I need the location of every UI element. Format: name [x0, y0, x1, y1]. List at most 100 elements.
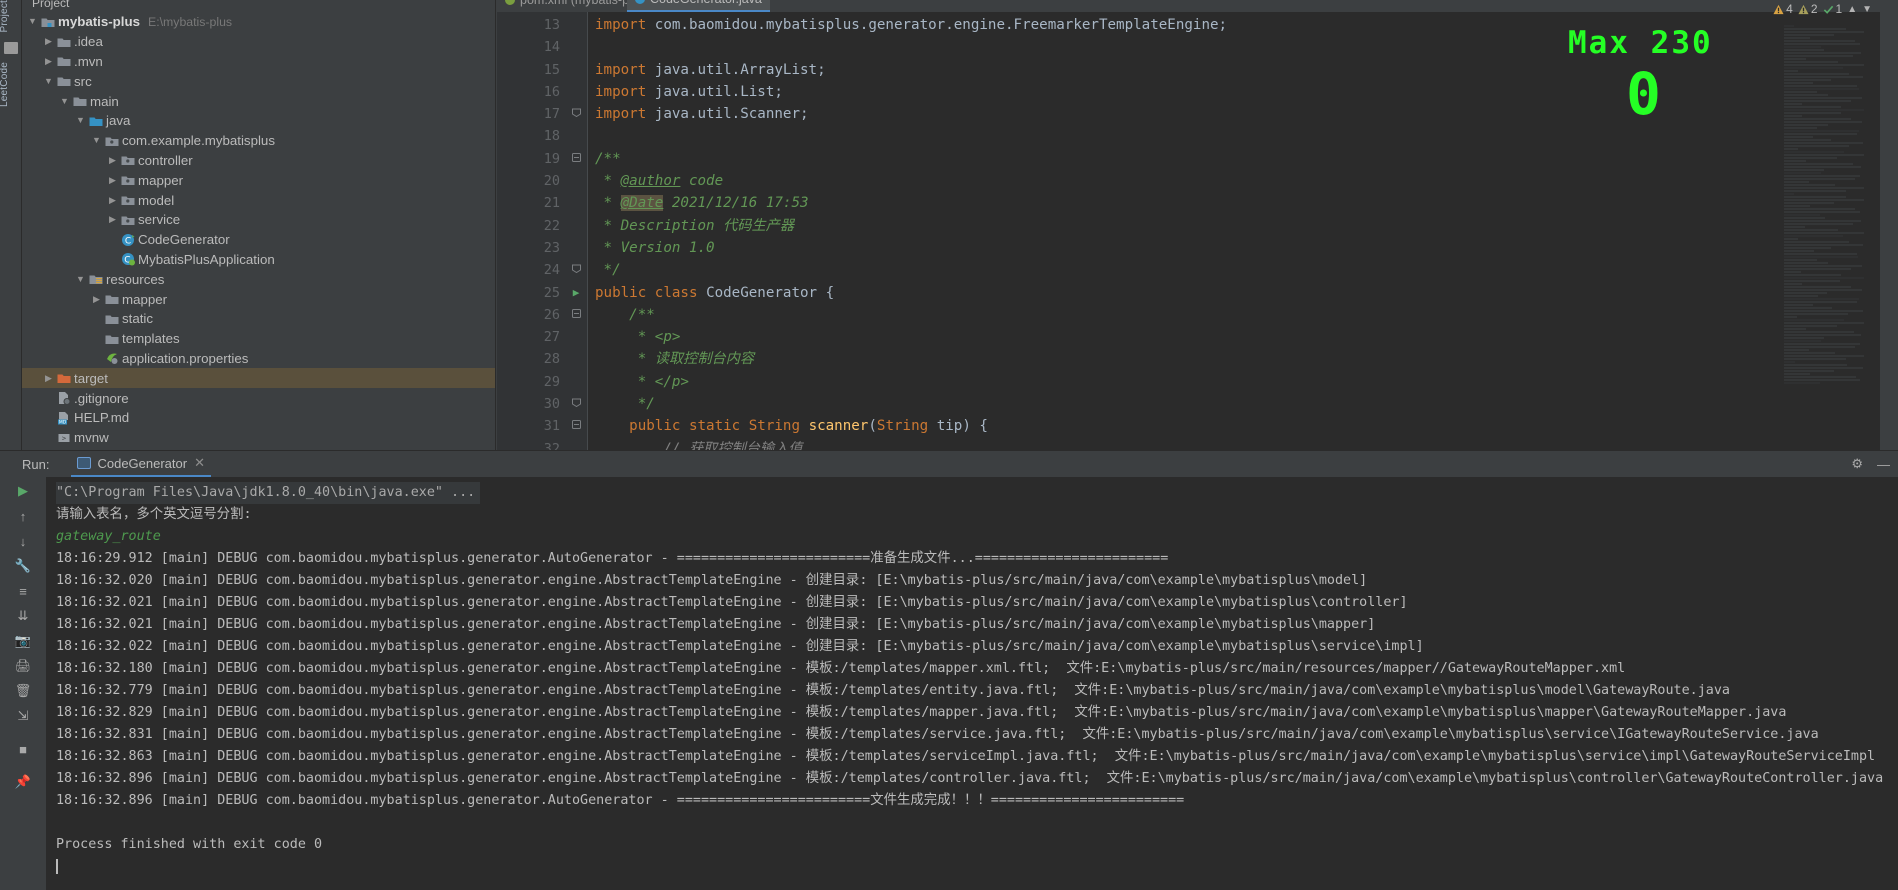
rail-item-project[interactable]: Project [0, 0, 23, 35]
line-number-gutter[interactable]: 13 14 15 16 17 18 19 20 21 22 23 24 25 ▶ 26 27 28 29 30 31 3… [497, 12, 581, 450]
tree-row-application-properties[interactable]: application.properties [22, 349, 495, 369]
stop-icon[interactable]: ↓ [14, 533, 32, 549]
minimap-line [1784, 49, 1825, 51]
tree-row-static[interactable]: static [22, 309, 495, 329]
tree-row-mapper[interactable]: ▶ mapper [22, 289, 495, 309]
tree-row-java[interactable]: ▼ java [22, 111, 495, 131]
tree-row--gitignore[interactable]: .gitignore [22, 388, 495, 408]
chevron-down-icon[interactable]: ▼ [58, 96, 71, 106]
editor-tab-codegenerator[interactable]: CodeGenerator.java [627, 0, 770, 12]
tree-row-mybatis-plus[interactable]: ▼ mybatis-plus E:\mybatis-plus [22, 12, 495, 32]
chevron-right-icon[interactable]: ▶ [42, 37, 55, 46]
chevron-right-icon[interactable]: ▶ [106, 175, 119, 185]
clear-all-icon[interactable]: 🗑 [14, 683, 32, 699]
minimap-line [1784, 46, 1821, 48]
chevron-up-icon[interactable]: ▲ [1847, 4, 1857, 15]
weak-warning-icon[interactable]: 2 [1798, 2, 1818, 16]
tree-row-mybatisplusapplication[interactable]: C MybatisPlusApplication [22, 250, 495, 270]
chevron-right-icon[interactable]: ▶ [106, 215, 119, 224]
soft-wrap-icon[interactable]: ≡ [14, 583, 32, 599]
chevron-right-icon[interactable]: ▶ [106, 155, 119, 165]
tree-row--mvn[interactable]: ▶ .mvn [22, 52, 495, 72]
minimap-line [1784, 202, 1835, 204]
pin-icon[interactable]: 📌 [14, 774, 32, 790]
minimap-line [1784, 160, 1807, 162]
minimap-line [1784, 256, 1859, 258]
camera-icon[interactable]: 📷 [14, 633, 32, 649]
folder-icon [71, 95, 88, 107]
minimize-icon[interactable]: — [1877, 457, 1890, 472]
editor-minimap[interactable] [1780, 24, 1880, 450]
export-icon[interactable]: ⇲ [14, 708, 32, 724]
tree-row-main[interactable]: ▼ main [22, 91, 495, 111]
code-line: // 获取控制台输入值 [595, 440, 803, 450]
chevron-down-icon[interactable]: ▼ [90, 136, 103, 145]
script-icon: > [55, 431, 72, 445]
tree-row-resources[interactable]: ▼ resources [22, 269, 495, 289]
chevron-down-icon[interactable]: ▼ [74, 274, 87, 284]
tree-row-controller[interactable]: ▶ controller [22, 151, 495, 171]
rerun-icon[interactable]: ↑ [14, 508, 32, 524]
trash-icon[interactable]: ■ [14, 741, 32, 757]
wrench-icon[interactable]: 🔧 [14, 558, 32, 574]
tree-row-codegenerator[interactable]: C CodeGenerator [22, 230, 495, 250]
chevron-right-icon[interactable]: ▶ [42, 373, 55, 383]
run-tab-codegenerator[interactable]: CodeGenerator ✕ [71, 451, 211, 477]
tree-row--idea[interactable]: ▶ .idea [22, 32, 495, 52]
rail-item-leetcode[interactable]: LeetCode [0, 60, 23, 109]
chevron-down-icon[interactable]: ▼ [1862, 4, 1872, 15]
print-icon[interactable]: 🖨 [14, 658, 32, 674]
code-editor[interactable]: 13 14 15 16 17 18 19 20 21 22 23 24 25 ▶ 26 27 28 29 30 31 3… [497, 12, 1898, 450]
project-panel-header: Project [22, 0, 495, 12]
package-icon [103, 135, 120, 147]
check-icon[interactable]: 1 [1823, 2, 1842, 16]
minimap-line [1784, 178, 1856, 180]
line-number: 23 [543, 239, 560, 256]
tree-row-help-md[interactable]: MD HELP.md [22, 408, 495, 428]
run-gutter-icon[interactable]: ▶ [569, 282, 583, 304]
tree-row-src[interactable]: ▼ src [22, 71, 495, 91]
chevron-right-icon[interactable]: ▶ [90, 294, 103, 304]
chevron-down-icon[interactable]: ▼ [26, 17, 39, 26]
fold-start-icon[interactable] [569, 415, 583, 437]
chevron-right-icon[interactable]: ▶ [106, 195, 119, 205]
source-icon [87, 115, 104, 127]
chevron-down-icon[interactable]: ▼ [42, 76, 55, 86]
run-icon[interactable]: ▶ [14, 483, 32, 499]
project-tree[interactable]: ▼ mybatis-plus E:\mybatis-plus ▶ .idea ▶ .mvn ▼… [22, 12, 495, 450]
minimap-line [1784, 82, 1814, 84]
tree-row-target[interactable]: ▶ target [22, 368, 495, 389]
tree-row-model[interactable]: ▶ model [22, 190, 495, 210]
line-number: 24 [497, 259, 581, 281]
minimap-line [1784, 220, 1862, 222]
code-line: public class CodeGenerator { [595, 284, 835, 301]
inspection-scrollbar[interactable] [1880, 12, 1898, 450]
chevron-right-icon[interactable]: ▶ [42, 56, 55, 66]
minimap-line [1784, 223, 1854, 225]
close-icon[interactable]: ✕ [194, 455, 205, 471]
fold-column[interactable] [567, 12, 587, 450]
tree-item-label: .gitignore [74, 390, 129, 406]
console-output[interactable]: "C:\Program Files\Java\jdk1.8.0_40\bin\j… [46, 477, 1898, 890]
code-line: * @Date 2021/12/16 17:53 [595, 195, 809, 212]
scroll-to-end-icon[interactable]: ⇊ [14, 608, 32, 624]
tree-row-mvnw[interactable]: > mvnw [22, 428, 495, 448]
console-line: 18:16:32.021 [main] DEBUG com.baomidou.m… [56, 617, 1376, 632]
tree-row-com-example-mybatisplus[interactable]: ▼ com.example.mybatisplus [22, 131, 495, 151]
tree-row-service[interactable]: ▶ service [22, 210, 495, 230]
tree-row-mapper[interactable]: ▶ mapper [22, 170, 495, 190]
fold-end-icon[interactable] [569, 393, 583, 415]
fold-end-icon[interactable] [569, 259, 583, 281]
fold-start-icon[interactable] [569, 148, 583, 170]
java-class-icon: C [119, 233, 136, 247]
inspection-status[interactable]: 4 2 1 ▲ ▼ [1773, 0, 1872, 20]
warning-triangle-icon[interactable]: 4 [1773, 2, 1793, 16]
fold-end-icon[interactable] [569, 103, 583, 125]
tree-item-label: MybatisPlusApplication [138, 251, 275, 267]
chevron-down-icon[interactable]: ▼ [74, 116, 87, 125]
gear-icon[interactable]: ⚙ [1851, 456, 1863, 472]
tree-row-templates[interactable]: templates [22, 329, 495, 349]
source-code[interactable]: import com.baomidou.mybatisplus.generato… [587, 12, 1898, 450]
minimap-line [1784, 295, 1818, 297]
fold-start-icon[interactable] [569, 304, 583, 326]
